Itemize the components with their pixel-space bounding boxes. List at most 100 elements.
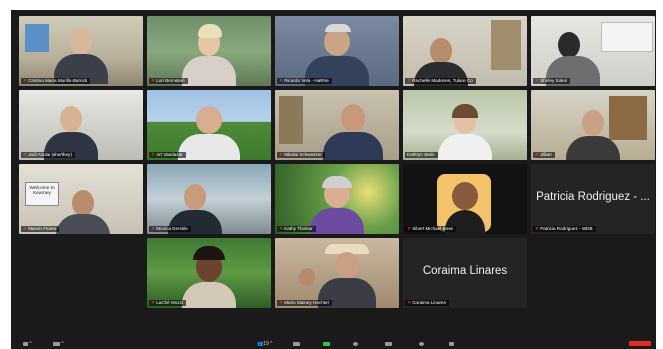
bookshelf xyxy=(491,20,521,70)
mic-muted-icon: ✕ xyxy=(23,226,28,232)
mic-muted-icon: ✕ xyxy=(407,78,412,84)
video-tile[interactable]: ✕Jillian xyxy=(531,90,655,160)
participant-body xyxy=(323,132,383,160)
leave-button[interactable] xyxy=(629,341,651,347)
participant-hair xyxy=(322,176,352,188)
participant-face xyxy=(60,106,82,132)
participant-face xyxy=(72,190,94,216)
participant-face xyxy=(430,38,452,64)
participant-name-tag: ✕Mario Mainey Hechter xyxy=(277,300,333,306)
name-only-tile[interactable]: Coraima Linares ✕Coraima Linares xyxy=(403,238,527,308)
video-tile[interactable]: ✕Mario Mainey Hechter xyxy=(275,238,399,308)
video-feed xyxy=(403,164,527,234)
video-feed xyxy=(403,16,527,86)
video-tile[interactable]: Welcome to Kearney ✕Marvin Flores xyxy=(19,164,143,234)
video-tile[interactable]: ✕Monica Dreckle xyxy=(147,164,271,234)
mic-muted-icon: ✕ xyxy=(151,226,156,232)
reactions-icon xyxy=(419,341,424,346)
participant-name-tag: ✕Ricardo Vela - HaRrie xyxy=(277,78,332,84)
mic-muted-icon: ✕ xyxy=(535,226,540,232)
meeting-toolbar: ^ ^ 👥19 ^ xyxy=(11,339,656,349)
video-button[interactable]: ^ xyxy=(53,341,64,347)
participant-name-tag: ✕Cristina Maria Murillo-Barrick xyxy=(21,78,91,84)
participant-name-tag: ✕LaChé Mozzi xyxy=(149,300,187,306)
welcome-sign: Welcome to Kearney xyxy=(25,182,59,206)
mic-muted-icon: ✕ xyxy=(535,152,540,158)
video-feed xyxy=(147,164,271,234)
mic-muted-icon: ✕ xyxy=(279,300,284,306)
video-feed xyxy=(531,90,655,160)
chat-button[interactable] xyxy=(293,341,300,347)
video-feed xyxy=(275,164,399,234)
video-tile[interactable]: ✕Ricardo Vela - HaRrie xyxy=(275,16,399,86)
video-feed xyxy=(147,238,271,308)
participant-body xyxy=(182,56,236,86)
video-tile[interactable]: ✕Cristina Maria Murillo-Barrick xyxy=(19,16,143,86)
participant-face xyxy=(324,28,350,56)
record-button[interactable] xyxy=(353,341,358,347)
participant-body xyxy=(182,282,236,308)
video-tile[interactable]: ✕Rachelle Madenes, Tulare Co xyxy=(403,16,527,86)
mic-muted-icon: ✕ xyxy=(279,226,284,232)
participant-name-tag: ✕Jillian xyxy=(533,152,555,158)
participant-name-tag: ✕Art Vandazar xyxy=(149,152,186,158)
participant-face xyxy=(335,252,359,278)
video-tile[interactable]: ✕Sibert Michael Bose xyxy=(403,164,527,234)
participant-name-tag: ✕Monica Dreckle xyxy=(149,226,191,232)
participants-button[interactable]: 👥19 ^ xyxy=(257,341,273,347)
more-icon xyxy=(449,341,454,346)
more-button[interactable] xyxy=(449,341,454,347)
video-tile[interactable]: ✕LaChé Mozzi xyxy=(147,238,271,308)
closed-caption-button[interactable] xyxy=(385,341,392,347)
participant-face xyxy=(184,184,206,210)
share-screen-icon xyxy=(323,341,330,346)
video-tile-active-speaker[interactable]: Kathryn Stein xyxy=(403,90,527,160)
participant-name-tag: Kathryn Stein xyxy=(405,152,438,158)
video-tile[interactable]: ✕Art Vandazar xyxy=(147,90,271,160)
cartoon-avatar xyxy=(452,182,478,210)
mic-muted-icon: ✕ xyxy=(535,78,540,84)
cc-icon xyxy=(385,341,392,346)
mute-button[interactable]: ^ xyxy=(23,341,32,347)
window-background xyxy=(601,22,653,52)
video-tile[interactable]: ✕Shirley Soleri xyxy=(531,16,655,86)
participant-name-tag: ✕Jodi Azulai (she/they) xyxy=(21,152,75,158)
bookshelf xyxy=(609,96,647,140)
chat-icon xyxy=(293,341,300,346)
reactions-button[interactable] xyxy=(419,341,424,347)
mic-muted-icon: ✕ xyxy=(23,152,28,158)
video-feed xyxy=(403,90,527,160)
participant-name-tag: ✕Rachelle Madenes, Tulare Co xyxy=(405,78,476,84)
participant-body xyxy=(438,134,492,160)
participant-name-tag: ✕Marvin Flores xyxy=(21,226,60,232)
video-feed xyxy=(531,16,655,86)
participant-name-tag: ✕Patricia Rodriguez - WDB xyxy=(533,226,596,232)
participant-face xyxy=(582,110,604,136)
name-only-tile[interactable]: Patricia Rodriguez - ... ✕Patricia Rodri… xyxy=(531,164,655,234)
participant-face xyxy=(558,32,580,58)
mic-muted-icon: ✕ xyxy=(407,300,412,306)
participant-hair xyxy=(452,104,478,118)
bookshelf xyxy=(279,96,303,144)
leave-icon xyxy=(629,341,651,347)
video-tile[interactable]: ✕Kathy Tfankar xyxy=(275,164,399,234)
participant-name-tag: ✕Shirley Soleri xyxy=(533,78,571,84)
video-feed: Welcome to Kearney xyxy=(19,164,143,234)
video-tile[interactable]: ✕Jodi Azulai (she/they) xyxy=(19,90,143,160)
participant-body xyxy=(56,214,110,234)
video-feed xyxy=(19,16,143,86)
mic-muted-icon: ✕ xyxy=(407,226,412,232)
participant-face xyxy=(196,106,222,134)
video-feed xyxy=(275,90,399,160)
participant-face xyxy=(70,28,92,54)
video-feed xyxy=(147,90,271,160)
participant-name-tag: ✕Kathy Tfankar xyxy=(277,226,316,232)
mic-muted-icon: ✕ xyxy=(279,152,284,158)
video-tile[interactable]: ✕Nikolai Schweitzer xyxy=(275,90,399,160)
video-feed xyxy=(147,16,271,86)
video-feed xyxy=(275,238,399,308)
mic-muted-icon: ✕ xyxy=(151,152,156,158)
share-screen-button[interactable] xyxy=(323,341,330,347)
record-icon xyxy=(353,341,358,346)
video-tile[interactable]: ✕Lori Bernstein xyxy=(147,16,271,86)
